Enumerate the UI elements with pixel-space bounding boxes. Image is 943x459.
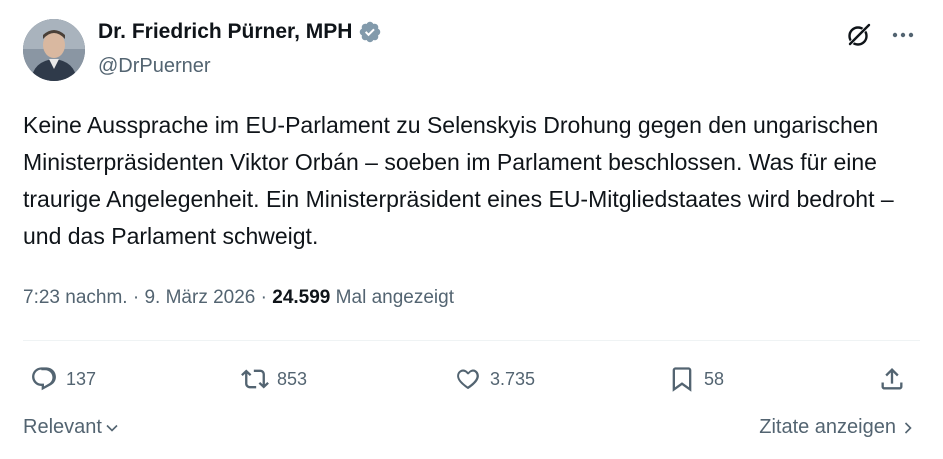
verified-badge-icon	[360, 21, 381, 43]
author-handle[interactable]: @DrPuerner	[98, 52, 211, 80]
sort-replies-dropdown[interactable]: Relevant	[23, 416, 120, 439]
share-button[interactable]	[878, 364, 906, 394]
meta-separator-2: ·	[255, 287, 273, 308]
chevron-down-icon	[106, 424, 118, 432]
grok-icon[interactable]	[846, 22, 872, 48]
chevron-right-icon	[904, 421, 912, 434]
quotes-label: Zitate anzeigen	[759, 416, 896, 438]
views-label[interactable]: Mal angezeigt	[336, 287, 454, 308]
author-name-text[interactable]: Dr. Friedrich Pürner, MPH	[98, 17, 352, 47]
tweet-time[interactable]: 7:23 nachm.	[23, 287, 128, 308]
repost-count: 853	[277, 368, 308, 389]
bookmark-count: 58	[704, 368, 725, 389]
repost-button[interactable]: 853	[241, 364, 307, 394]
like-icon	[457, 369, 479, 389]
author-avatar[interactable]	[23, 19, 85, 81]
like-count: 3.735	[490, 368, 536, 389]
tweet-text: Keine Aussprache im EU-Parlament zu Sele…	[23, 112, 894, 249]
divider	[23, 340, 920, 341]
author-name[interactable]: Dr. Friedrich Pürner, MPH	[98, 17, 382, 47]
view-quotes-link[interactable]: Zitate anzeigen	[759, 416, 914, 439]
like-button[interactable]: 3.735	[454, 364, 535, 394]
meta-separator: ·	[127, 287, 145, 308]
more-icon[interactable]	[890, 25, 916, 45]
bookmark-icon	[672, 367, 692, 392]
bookmark-button[interactable]: 58	[668, 364, 724, 394]
views-count[interactable]: 24.599	[272, 287, 330, 308]
reply-count: 137	[66, 368, 97, 389]
repost-icon	[241, 369, 269, 389]
reply-icon	[32, 367, 56, 391]
share-icon	[881, 368, 903, 390]
sort-label: Relevant	[23, 416, 102, 438]
avatar-photo	[23, 19, 85, 81]
tweet-date[interactable]: 9. März 2026	[144, 287, 255, 308]
reply-button[interactable]: 137	[30, 364, 96, 394]
tweet-meta: 7:23 nachm. · 9. März 2026 · 24.599 Mal …	[23, 284, 454, 312]
